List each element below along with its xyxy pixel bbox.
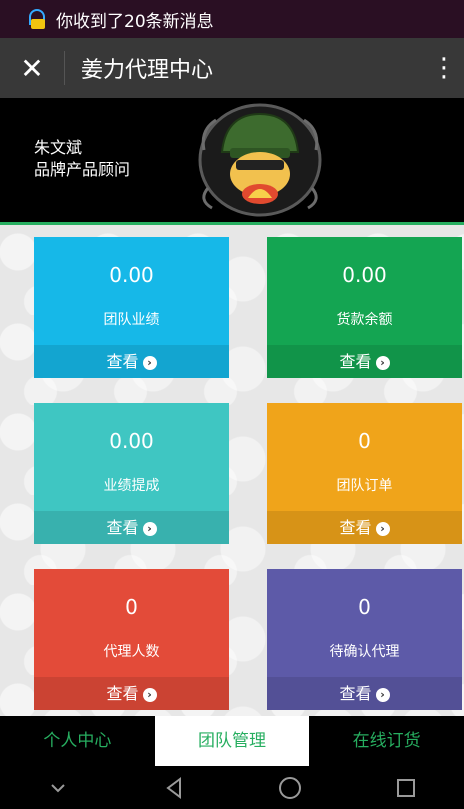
view-button[interactable]: 查看 › — [34, 511, 229, 544]
arrow-right-circle-icon: › — [142, 521, 157, 536]
card-label: 团队业绩 — [103, 312, 160, 328]
view-button[interactable]: 查看 › — [267, 677, 462, 710]
view-button[interactable]: 查看 › — [34, 677, 229, 710]
home-icon[interactable] — [270, 773, 310, 803]
pending-agents-card: 0 待确认代理 查看 › — [267, 569, 462, 710]
agent-count-card: 0 代理人数 查看 › — [34, 569, 229, 710]
view-label: 查看 — [339, 352, 372, 371]
card-label: 待确认代理 — [329, 644, 400, 660]
card-value: 0.00 — [109, 429, 154, 453]
avatar[interactable] — [190, 100, 330, 218]
arrow-right-circle-icon: › — [375, 355, 390, 370]
view-button[interactable]: 查看 › — [267, 511, 462, 544]
notification-icon — [26, 8, 48, 30]
card-value: 0 — [358, 429, 371, 453]
tab-personal-center[interactable]: 个人中心 — [0, 716, 155, 766]
dashboard: 0.00 团队业绩 查看 › 0.00 货款余额 查看 › 0.00 业绩提成 查看… — [0, 225, 464, 716]
chevron-down-icon[interactable] — [38, 773, 78, 803]
arrow-right-circle-icon: › — [375, 521, 390, 536]
more-icon[interactable]: ⋮ — [424, 53, 464, 83]
view-label: 查看 — [339, 684, 372, 703]
view-button[interactable]: 查看 › — [267, 345, 462, 378]
close-icon[interactable]: ✕ — [0, 52, 64, 85]
system-nav-bar — [0, 766, 464, 809]
view-button[interactable]: 查看 › — [34, 345, 229, 378]
card-value: 0 — [358, 595, 371, 619]
profile-name: 朱文斌 — [34, 138, 83, 157]
team-performance-card: 0.00 团队业绩 查看 › — [34, 237, 229, 378]
card-label: 货款余额 — [336, 312, 393, 328]
view-label: 查看 — [339, 518, 372, 537]
payment-balance-card: 0.00 货款余额 查看 › — [267, 237, 462, 378]
card-value: 0.00 — [109, 263, 154, 287]
tab-online-ordering[interactable]: 在线订货 — [309, 716, 464, 766]
card-value: 0.00 — [342, 263, 387, 287]
card-label: 团队订单 — [336, 478, 393, 494]
arrow-right-circle-icon: › — [142, 355, 157, 370]
bottom-tab-bar: 个人中心 团队管理 在线订货 — [0, 716, 464, 766]
profile-header: 朱文斌 品牌产品顾问 — [0, 98, 464, 225]
title-bar: ✕ 姜力代理中心 ⋮ — [0, 38, 464, 98]
profile-role: 品牌产品顾问 — [34, 160, 131, 179]
card-label: 代理人数 — [103, 644, 160, 660]
back-icon[interactable] — [154, 773, 194, 803]
view-label: 查看 — [106, 352, 139, 371]
view-label: 查看 — [106, 518, 139, 537]
team-orders-card: 0 团队订单 查看 › — [267, 403, 462, 544]
arrow-right-circle-icon: › — [375, 687, 390, 702]
arrow-right-circle-icon: › — [142, 687, 157, 702]
page-title: 姜力代理中心 — [81, 58, 214, 83]
card-value: 0 — [125, 595, 138, 619]
commission-card: 0.00 业绩提成 查看 › — [34, 403, 229, 544]
card-label: 业绩提成 — [103, 478, 160, 494]
view-label: 查看 — [106, 684, 139, 703]
divider — [64, 51, 65, 85]
tab-team-management[interactable]: 团队管理 — [154, 716, 310, 766]
recents-icon[interactable] — [386, 773, 426, 803]
status-bar: 你收到了20条新消息 — [0, 0, 464, 38]
notification-text: 你收到了20条新消息 — [56, 11, 214, 32]
